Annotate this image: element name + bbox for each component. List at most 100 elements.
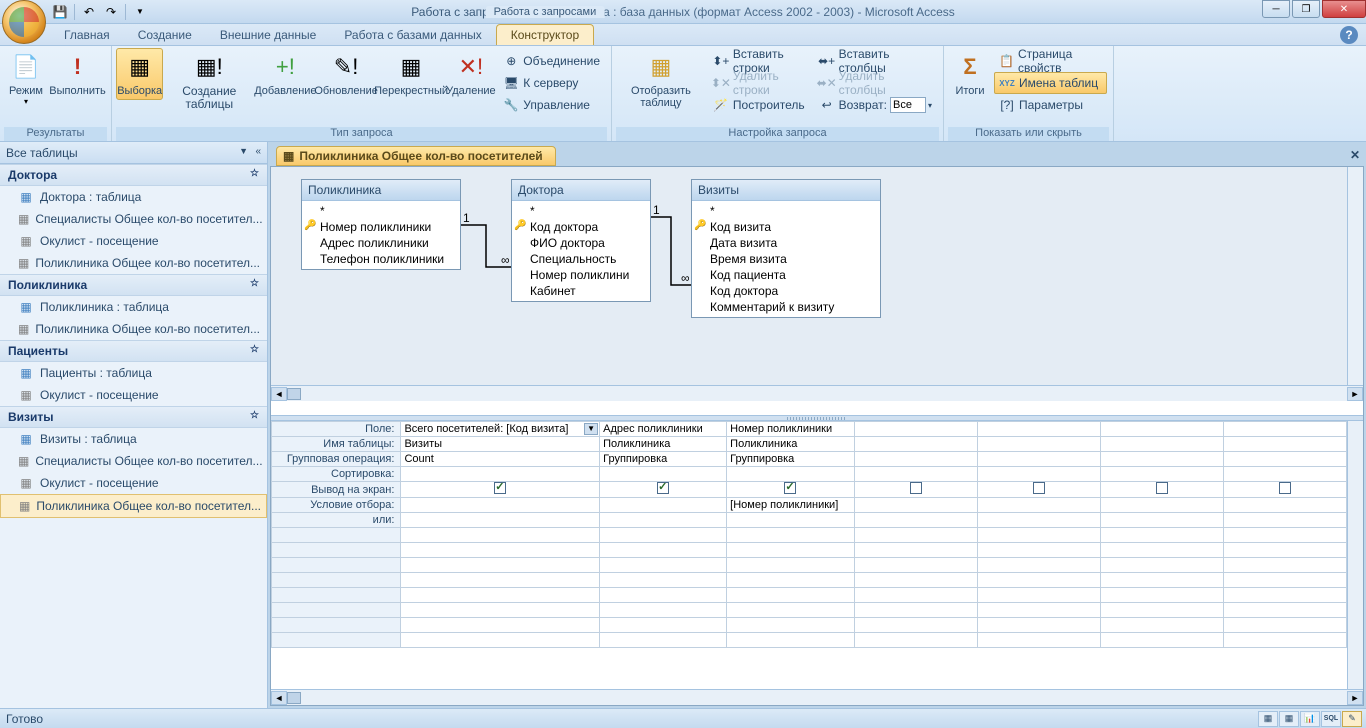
- grid-cell[interactable]: [401, 633, 600, 648]
- horizontal-scrollbar[interactable]: ◄ ►: [271, 689, 1363, 705]
- grid-cell[interactable]: [600, 528, 727, 543]
- update-button[interactable]: ✎! Обновление: [316, 48, 377, 100]
- show-table-button[interactable]: ▦ Отобразить таблицу: [616, 48, 706, 112]
- grid-cell[interactable]: [1223, 633, 1346, 648]
- show-checkbox[interactable]: [910, 482, 922, 494]
- grid-cell[interactable]: [977, 437, 1100, 452]
- minimize-button[interactable]: ─: [1262, 0, 1290, 18]
- nav-item[interactable]: ▦Поликлиника : таблица: [0, 296, 267, 318]
- grid-cell[interactable]: [854, 528, 977, 543]
- grid-cell[interactable]: [727, 513, 854, 528]
- grid-cell[interactable]: [1100, 588, 1223, 603]
- field-row[interactable]: Специальность: [512, 251, 650, 267]
- show-checkbox[interactable]: [657, 482, 669, 494]
- relationship-line[interactable]: 1∞: [651, 213, 691, 289]
- field-row[interactable]: Телефон поликлиники: [302, 251, 460, 267]
- grid-cell[interactable]: [1223, 482, 1346, 498]
- grid-cell[interactable]: [1223, 528, 1346, 543]
- grid-cell[interactable]: [854, 543, 977, 558]
- field-row[interactable]: Время визита: [692, 251, 880, 267]
- grid-cell[interactable]: Поликлиника: [727, 437, 854, 452]
- field-row[interactable]: Номер поликлиники: [302, 219, 460, 235]
- grid-cell[interactable]: [401, 603, 600, 618]
- vertical-scrollbar[interactable]: [1347, 167, 1363, 385]
- grid-cell[interactable]: [1223, 513, 1346, 528]
- nav-collapse-icon[interactable]: «: [255, 146, 261, 160]
- maketable-button[interactable]: ▦! Создание таблицы: [163, 48, 255, 114]
- field-row[interactable]: Кабинет: [512, 283, 650, 299]
- grid-cell[interactable]: [1100, 558, 1223, 573]
- grid-cell[interactable]: [854, 633, 977, 648]
- nav-group-header[interactable]: Визиты☆: [0, 406, 267, 428]
- tab-database-tools[interactable]: Работа с базами данных: [330, 25, 495, 45]
- grid-cell[interactable]: [854, 498, 977, 513]
- qat-save-icon[interactable]: 💾: [50, 2, 70, 22]
- grid-cell[interactable]: [977, 452, 1100, 467]
- grid-cell[interactable]: [977, 467, 1100, 482]
- nav-item[interactable]: ▦Пациенты : таблица: [0, 362, 267, 384]
- grid-cell[interactable]: [401, 498, 600, 513]
- return-combo[interactable]: ↩Возврат:▾: [814, 94, 937, 116]
- view-button[interactable]: 📄 Режим ▾: [4, 48, 48, 109]
- diagram-pane[interactable]: ◄ ► Поликлиника*Номер поликлиникиАдрес п…: [271, 167, 1363, 401]
- scroll-right-icon[interactable]: ►: [1347, 691, 1363, 705]
- document-close-button[interactable]: ✕: [1348, 148, 1362, 162]
- grid-cell[interactable]: Группировка: [600, 452, 727, 467]
- select-query-button[interactable]: ▦ Выборка: [116, 48, 163, 100]
- tab-home[interactable]: Главная: [50, 25, 124, 45]
- grid-cell[interactable]: [977, 618, 1100, 633]
- grid-cell[interactable]: [727, 633, 854, 648]
- grid-cell[interactable]: [1100, 573, 1223, 588]
- qat-undo-icon[interactable]: ↶: [79, 2, 99, 22]
- grid-cell[interactable]: [600, 482, 727, 498]
- tab-create[interactable]: Создание: [124, 25, 206, 45]
- relationship-line[interactable]: 1∞: [461, 221, 511, 271]
- grid-cell[interactable]: [1100, 603, 1223, 618]
- field-row[interactable]: Код визита: [692, 219, 880, 235]
- grid-cell[interactable]: [1100, 498, 1223, 513]
- grid-cell[interactable]: [1100, 467, 1223, 482]
- nav-group-header[interactable]: Доктора☆: [0, 164, 267, 186]
- grid-cell[interactable]: [854, 573, 977, 588]
- grid-cell[interactable]: [1100, 482, 1223, 498]
- grid-cell[interactable]: [977, 498, 1100, 513]
- grid-cell[interactable]: [727, 543, 854, 558]
- qat-customize-icon[interactable]: ▼: [130, 2, 150, 22]
- table-box[interactable]: Визиты*Код визитаДата визитаВремя визита…: [691, 179, 881, 318]
- grid-cell[interactable]: [600, 498, 727, 513]
- field-row[interactable]: *: [512, 203, 650, 219]
- grid-cell[interactable]: [727, 482, 854, 498]
- scroll-thumb[interactable]: [287, 388, 301, 400]
- grid-cell[interactable]: [854, 618, 977, 633]
- grid-cell[interactable]: [727, 558, 854, 573]
- grid-cell[interactable]: [854, 588, 977, 603]
- show-checkbox[interactable]: [1279, 482, 1291, 494]
- grid-cell[interactable]: [977, 588, 1100, 603]
- grid-cell[interactable]: [1223, 452, 1346, 467]
- grid-cell[interactable]: [1223, 603, 1346, 618]
- field-row[interactable]: *: [692, 203, 880, 219]
- grid-cell[interactable]: [1100, 452, 1223, 467]
- scroll-thumb[interactable]: [287, 692, 301, 704]
- grid-cell[interactable]: [854, 452, 977, 467]
- grid-cell[interactable]: [1100, 528, 1223, 543]
- grid-cell[interactable]: [1223, 437, 1346, 452]
- nav-item[interactable]: ▦Поликлиника Общее кол-во посетител...: [0, 252, 267, 274]
- grid-cell[interactable]: [854, 513, 977, 528]
- field-row[interactable]: Номер поликлини: [512, 267, 650, 283]
- tab-external-data[interactable]: Внешние данные: [206, 25, 331, 45]
- design-view-button[interactable]: ✎: [1342, 711, 1362, 727]
- grid-cell[interactable]: [977, 482, 1100, 498]
- passthrough-button[interactable]: 🖥К серверу: [498, 72, 605, 94]
- tab-design[interactable]: Работа с запросами Конструктор: [496, 24, 594, 45]
- field-row[interactable]: *: [302, 203, 460, 219]
- grid-cell[interactable]: [Номер поликлиники]: [727, 498, 854, 513]
- grid-cell[interactable]: [977, 528, 1100, 543]
- grid-cell[interactable]: [1100, 618, 1223, 633]
- builder-button[interactable]: 🪄Построитель: [708, 94, 810, 116]
- table-header[interactable]: Доктора: [512, 180, 650, 201]
- nav-item[interactable]: ▦Окулист - посещение: [0, 230, 267, 252]
- datadef-button[interactable]: 🔧Управление: [498, 94, 605, 116]
- grid-cell[interactable]: [1223, 558, 1346, 573]
- sql-view-button[interactable]: SQL: [1321, 711, 1341, 727]
